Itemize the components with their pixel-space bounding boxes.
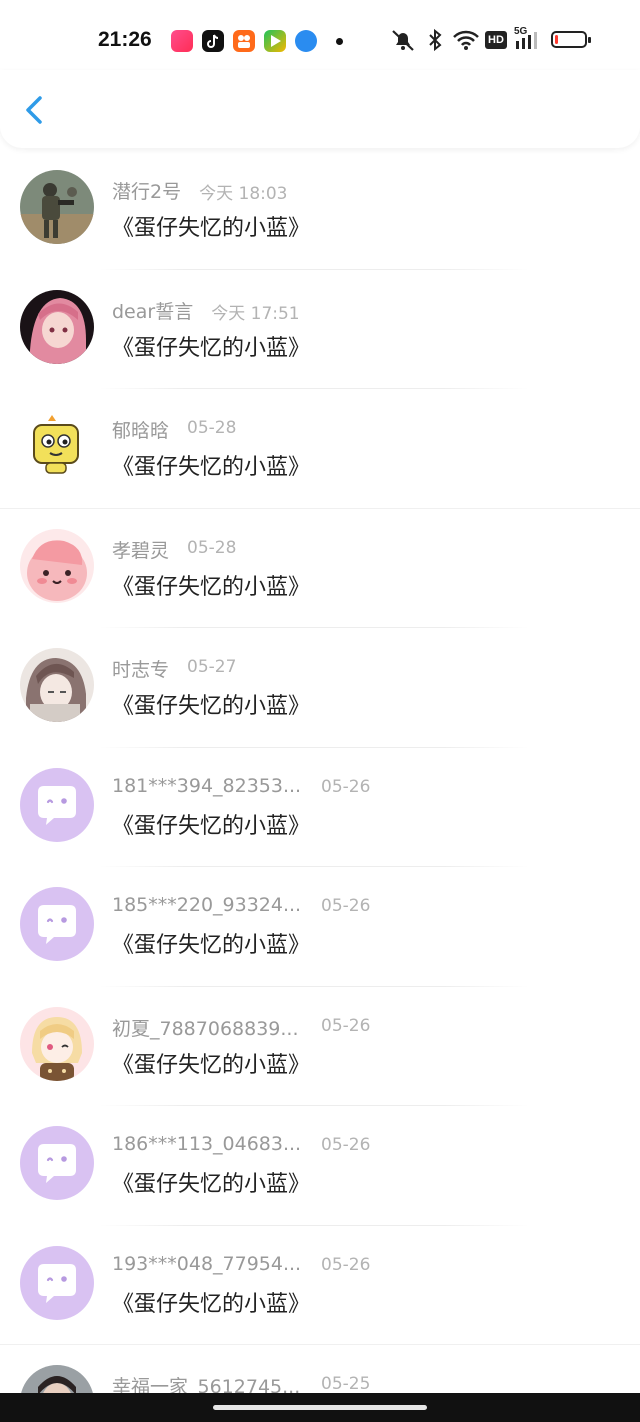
sender-name: 181***394_82353... (112, 774, 302, 797)
message-preview: 《蛋仔失忆的小蓝》 (112, 694, 311, 719)
message-time: 05-26 (321, 1015, 371, 1036)
message-time: 05-27 (187, 657, 237, 677)
message-time: 今天 18:03 (199, 184, 288, 204)
signal-5g-icon (516, 32, 537, 49)
message-preview: 《蛋仔失忆的小蓝》 (112, 933, 311, 958)
list-item[interactable]: 193***048_77954... 05-26 《蛋仔失忆的小蓝》 (0, 1226, 640, 1345)
list-item[interactable]: 孝碧灵 05-28 《蛋仔失忆的小蓝》 (0, 509, 640, 628)
avatar[interactable] (20, 887, 94, 961)
tiktok-icon (202, 30, 224, 52)
avatar[interactable] (20, 1006, 94, 1081)
avatar[interactable] (20, 767, 94, 842)
back-button[interactable] (16, 90, 56, 130)
message-time: 05-26 (321, 1254, 371, 1275)
status-time: 21:26 (98, 28, 152, 51)
kuaishou-icon (233, 30, 255, 52)
sender-name: 186***113_04683... (112, 1133, 302, 1155)
conversation-list: 潜行2号 今天 18:03 《蛋仔失忆的小蓝》 dear誓言 今天 17:51 《蛋仔失忆… (0, 150, 640, 1422)
list-item[interactable]: 潜行2号 今天 18:03 《蛋仔失忆的小蓝》 (0, 150, 640, 270)
notification-dot-icon (336, 38, 343, 45)
avatar[interactable] (20, 170, 94, 244)
hd-icon: HD (485, 31, 507, 49)
nav-bar (0, 70, 640, 148)
video-app-icon (171, 30, 193, 52)
avatar[interactable] (20, 409, 94, 483)
sender-name: 193***048_77954... (112, 1252, 302, 1275)
wifi-icon (453, 30, 479, 50)
message-time: 05-28 (187, 418, 237, 438)
message-time: 05-26 (321, 896, 371, 916)
game-app-icon (264, 30, 286, 52)
message-preview: 《蛋仔失忆的小蓝》 (112, 1291, 311, 1317)
sender-name: 185***220_93324... (112, 894, 302, 916)
avatar[interactable] (20, 648, 94, 722)
message-time: 05-28 (187, 537, 237, 558)
list-item[interactable]: 初夏_7887068839... 05-26 《蛋仔失忆的小蓝》 (0, 987, 640, 1106)
sender-name: 郁晗晗 (112, 420, 170, 442)
message-time: 05-26 (321, 1135, 371, 1155)
message-preview: 《蛋仔失忆的小蓝》 (112, 574, 311, 600)
message-preview: 《蛋仔失忆的小蓝》 (112, 1052, 311, 1078)
avatar[interactable] (20, 1126, 94, 1200)
message-time: 今天 17:51 (211, 303, 300, 324)
battery-icon (551, 31, 591, 48)
list-item[interactable]: 181***394_82353... 05-26 《蛋仔失忆的小蓝》 (0, 748, 640, 867)
message-time: 05-25 (321, 1374, 371, 1394)
list-item[interactable]: dear誓言 今天 17:51 《蛋仔失忆的小蓝》 (0, 270, 640, 389)
message-preview: 《蛋仔失忆的小蓝》 (112, 813, 311, 839)
avatar[interactable] (20, 289, 94, 364)
message-list-screen: 21:26 HD 5G 潜行2号 今天 18:03 《蛋仔失忆的小蓝》 dear… (0, 0, 640, 1422)
avatar[interactable] (20, 1245, 94, 1320)
status-bar: 21:26 HD 5G (0, 0, 640, 80)
message-preview: 《蛋仔失忆的小蓝》 (112, 335, 311, 361)
chevron-left-icon (26, 96, 42, 124)
system-navigation-bar (0, 1393, 640, 1422)
list-item[interactable]: 郁晗晗 05-28 《蛋仔失忆的小蓝》 (0, 389, 640, 509)
list-item[interactable]: 时志专 05-27 《蛋仔失忆的小蓝》 (0, 628, 640, 748)
sender-name: dear誓言 (112, 300, 194, 323)
home-indicator[interactable] (213, 1405, 427, 1410)
mute-icon (392, 30, 414, 51)
battery-level (555, 35, 558, 44)
message-time: 05-26 (321, 776, 371, 797)
list-item[interactable]: 185***220_93324... 05-26 《蛋仔失忆的小蓝》 (0, 867, 640, 987)
sender-name: 孝碧灵 (112, 539, 170, 562)
message-preview: 《蛋仔失忆的小蓝》 (112, 216, 311, 241)
message-preview: 《蛋仔失忆的小蓝》 (112, 1172, 311, 1197)
bluetooth-icon (429, 28, 442, 52)
sender-name: 潜行2号 (112, 181, 182, 203)
browser-app-icon (295, 30, 317, 52)
list-item[interactable]: 186***113_04683... 05-26 《蛋仔失忆的小蓝》 (0, 1106, 640, 1226)
message-preview: 《蛋仔失忆的小蓝》 (112, 455, 311, 480)
sender-name: 时志专 (112, 659, 170, 681)
avatar[interactable] (20, 528, 94, 603)
sender-name: 初夏_7887068839... (112, 1017, 299, 1040)
